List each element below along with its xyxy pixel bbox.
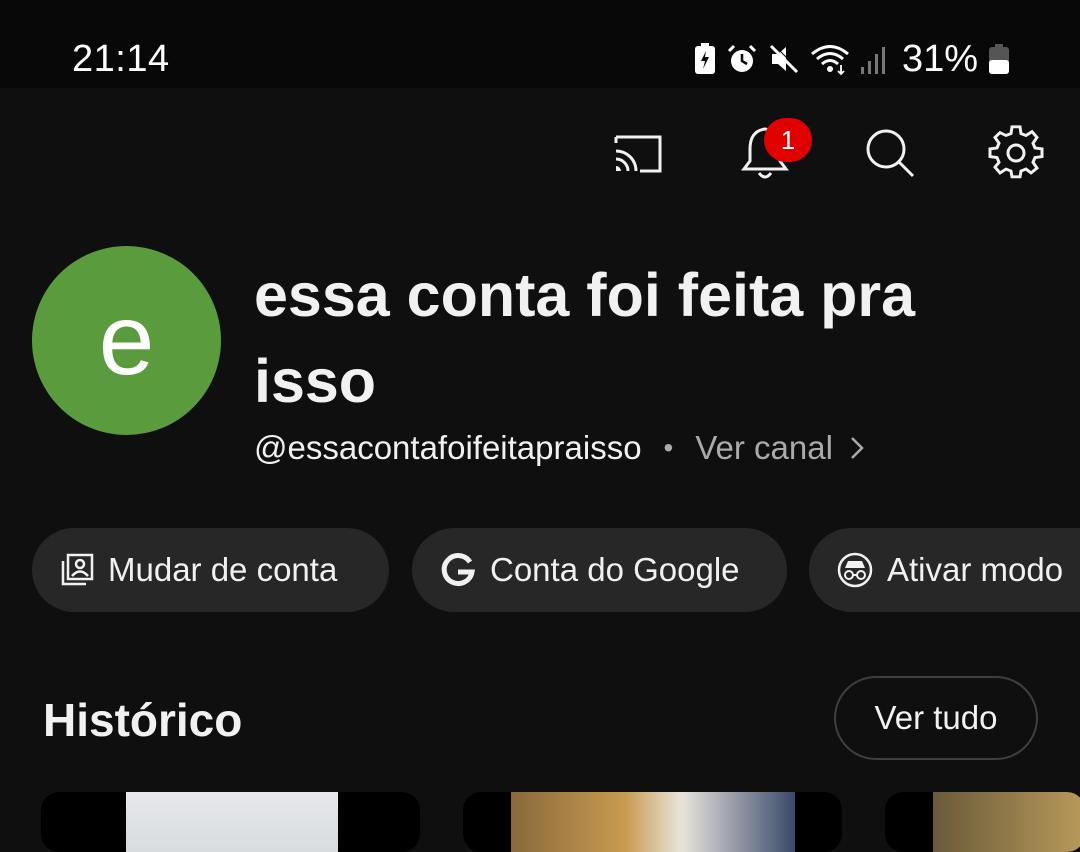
separator-dot: • xyxy=(663,432,674,463)
history-thumbnail[interactable] xyxy=(41,792,420,852)
cast-icon[interactable] xyxy=(603,118,673,188)
view-channel-link[interactable]: Ver canal xyxy=(695,429,833,467)
incognito-icon xyxy=(837,552,873,588)
alarm-icon xyxy=(726,43,758,75)
history-title: Histórico xyxy=(43,694,243,746)
avatar[interactable]: e xyxy=(32,246,221,435)
thumbnail-image xyxy=(933,792,1080,852)
channel-name: essa conta foi feita pra isso xyxy=(254,261,916,415)
google-g-icon xyxy=(440,552,476,588)
status-time: 21:14 xyxy=(72,38,170,80)
history-thumbnail[interactable] xyxy=(885,792,1080,852)
battery-saver-icon xyxy=(694,43,716,75)
incognito-label: Ativar modo xyxy=(887,551,1064,588)
thumbnail-image xyxy=(126,792,338,852)
settings-icon[interactable] xyxy=(981,118,1051,188)
switch-account-button[interactable]: Mudar de conta xyxy=(32,528,389,612)
switch-account-label: Mudar de conta xyxy=(108,551,338,588)
status-icons: 31% xyxy=(694,36,1010,82)
google-account-button[interactable]: Conta do Google xyxy=(412,528,787,612)
channel-handle: @essacontafoifeitapraisso xyxy=(254,429,642,466)
notification-badge: 1 xyxy=(764,118,812,162)
signal-icon xyxy=(860,43,888,75)
account-actions: Mudar de conta Conta do Google Ativar mo… xyxy=(32,528,1080,612)
status-bar: 21:14 31% xyxy=(0,0,1080,88)
incognito-button[interactable]: Ativar modo xyxy=(809,528,1080,612)
mute-icon xyxy=(768,43,800,75)
battery-icon xyxy=(988,43,1010,75)
google-account-label: Conta do Google xyxy=(490,551,740,588)
top-app-bar xyxy=(0,118,1080,188)
search-icon[interactable] xyxy=(855,118,925,188)
history-thumbnail[interactable] xyxy=(463,792,842,852)
chevron-right-icon[interactable] xyxy=(849,434,865,462)
see-all-button[interactable]: Ver tudo xyxy=(834,676,1038,760)
channel-meta: @essacontafoifeitapraisso • Ver canal xyxy=(254,426,865,470)
battery-percent: 31% xyxy=(901,37,978,80)
switch-account-icon xyxy=(60,553,94,587)
thumbnail-image xyxy=(511,792,795,852)
wifi-icon xyxy=(810,43,850,75)
